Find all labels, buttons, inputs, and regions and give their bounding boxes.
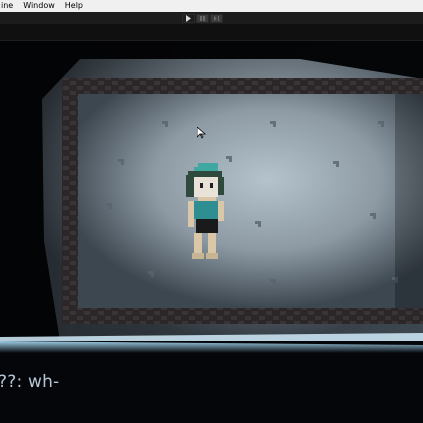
- dialogue-box-border: [0, 341, 423, 353]
- pause-button[interactable]: [196, 14, 209, 23]
- menu-item-window[interactable]: Window: [22, 0, 56, 12]
- game-scene: [0, 41, 423, 341]
- game-view[interactable]: [0, 41, 423, 341]
- pause-icon: [200, 16, 205, 21]
- play-controls: [182, 14, 223, 23]
- play-icon: [186, 15, 191, 22]
- dialogue-text: ??: wh-: [0, 372, 60, 392]
- dialogue-box[interactable]: [0, 341, 423, 423]
- mouse-cursor-icon: [197, 127, 207, 139]
- step-button[interactable]: [210, 14, 223, 23]
- room-wall: [78, 94, 423, 308]
- menu-bar: ine Window Help: [0, 0, 423, 12]
- menu-item-engine[interactable]: ine: [0, 0, 14, 12]
- editor-tab-strip: [0, 25, 423, 41]
- editor-toolbar: [0, 12, 423, 25]
- step-icon: [214, 16, 219, 21]
- menu-item-help[interactable]: Help: [64, 0, 84, 12]
- play-button[interactable]: [182, 14, 195, 23]
